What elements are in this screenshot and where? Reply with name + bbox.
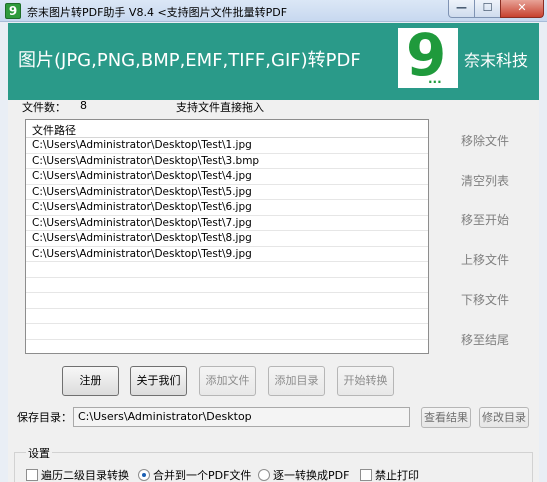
add-folder-button[interactable]: 添加目录 [268, 366, 325, 396]
clear-list-button[interactable]: 清空列表 [445, 172, 525, 189]
disable-print-checkbox[interactable]: 禁止打印 [360, 467, 419, 482]
save-dir-label: 保存目录： [17, 411, 72, 424]
radio-dot [138, 469, 150, 481]
close-icon: ✕ [517, 1, 527, 14]
traverse-subdirs-checkbox[interactable]: 遍历二级目录转换 [26, 467, 129, 482]
start-convert-button[interactable]: 开始转换 [337, 366, 394, 396]
file-count-value: 8 [80, 99, 87, 112]
remove-file-button[interactable]: 移除文件 [445, 132, 525, 149]
list-item[interactable]: C:\Users\Administrator\Desktop\Test\7.jp… [26, 216, 428, 231]
window-title: 奈末图片转PDF助手 V8.4 <支持图片文件批量转PDF [27, 6, 288, 19]
about-us-button[interactable]: 关于我们 [130, 366, 187, 396]
drag-drop-hint: 支持文件直接拖入 [176, 101, 264, 114]
header-banner: 图片(JPG,PNG,BMP,EMF,TIFF,GIF)转PDF 9 ... 奈… [8, 23, 539, 100]
empty-row [26, 293, 428, 309]
merge-one-pdf-radio[interactable]: 合并到一个PDF文件 [138, 467, 251, 482]
move-to-top-button[interactable]: 移至开始 [445, 211, 525, 228]
list-item[interactable]: C:\Users\Administrator\Desktop\Test\8.jp… [26, 231, 428, 247]
minimize-button[interactable]: — [448, 0, 475, 18]
checkbox-box [360, 469, 372, 481]
title-bar: 9 奈末图片转PDF助手 V8.4 <支持图片文件批量转PDF — ☐ ✕ [0, 0, 547, 22]
empty-row [26, 309, 428, 324]
empty-row [26, 278, 428, 293]
save-dir-field[interactable]: C:\Users\Administrator\Desktop [73, 407, 410, 427]
list-item[interactable]: C:\Users\Administrator\Desktop\Test\9.jp… [26, 247, 428, 262]
maximize-icon: ☐ [482, 1, 493, 14]
logo-dots: ... [428, 72, 442, 86]
column-header-file-path[interactable]: 文件路径 [26, 120, 428, 138]
file-list[interactable]: 文件路径 C:\Users\Administrator\Desktop\Test… [25, 119, 429, 354]
radio-dot [258, 469, 270, 481]
brand-name: 奈末科技 [464, 51, 529, 70]
disable-print-label: 禁止打印 [375, 469, 419, 482]
empty-row [26, 324, 428, 340]
app-logo-icon: 9 [5, 3, 21, 19]
banner-title: 图片(JPG,PNG,BMP,EMF,TIFF,GIF)转PDF [18, 50, 361, 71]
brand-logo: 9 ... [398, 24, 458, 88]
file-count-label: 文件数： [22, 101, 66, 114]
convert-each-label: 逐一转换成PDF [273, 469, 350, 482]
checkbox-box [26, 469, 38, 481]
change-dir-button[interactable]: 修改目录 [479, 407, 529, 428]
main-panel: 图片(JPG,PNG,BMP,EMF,TIFF,GIF)转PDF 9 ... 奈… [8, 23, 539, 482]
empty-row [26, 262, 428, 278]
empty-row [26, 340, 428, 354]
move-up-button[interactable]: 上移文件 [445, 251, 525, 268]
list-item[interactable]: C:\Users\Administrator\Desktop\Test\4.jp… [26, 169, 428, 185]
list-item[interactable]: C:\Users\Administrator\Desktop\Test\5.jp… [26, 185, 428, 200]
merge-one-pdf-label: 合并到一个PDF文件 [153, 469, 252, 482]
view-result-button[interactable]: 查看结果 [421, 407, 471, 428]
close-button[interactable]: ✕ [500, 0, 544, 18]
register-button[interactable]: 注册 [62, 366, 119, 396]
maximize-button[interactable]: ☐ [474, 0, 501, 18]
add-files-button[interactable]: 添加文件 [199, 366, 256, 396]
move-to-bottom-button[interactable]: 移至结尾 [445, 331, 525, 348]
move-down-button[interactable]: 下移文件 [445, 291, 525, 308]
list-item[interactable]: C:\Users\Administrator\Desktop\Test\1.jp… [26, 138, 428, 154]
list-item[interactable]: C:\Users\Administrator\Desktop\Test\6.jp… [26, 200, 428, 216]
convert-each-radio[interactable]: 逐一转换成PDF [258, 467, 349, 482]
minimize-icon: — [456, 1, 467, 14]
list-item[interactable]: C:\Users\Administrator\Desktop\Test\3.bm… [26, 154, 428, 169]
settings-title: 设置 [26, 445, 52, 461]
traverse-subdirs-label: 遍历二级目录转换 [41, 469, 129, 482]
